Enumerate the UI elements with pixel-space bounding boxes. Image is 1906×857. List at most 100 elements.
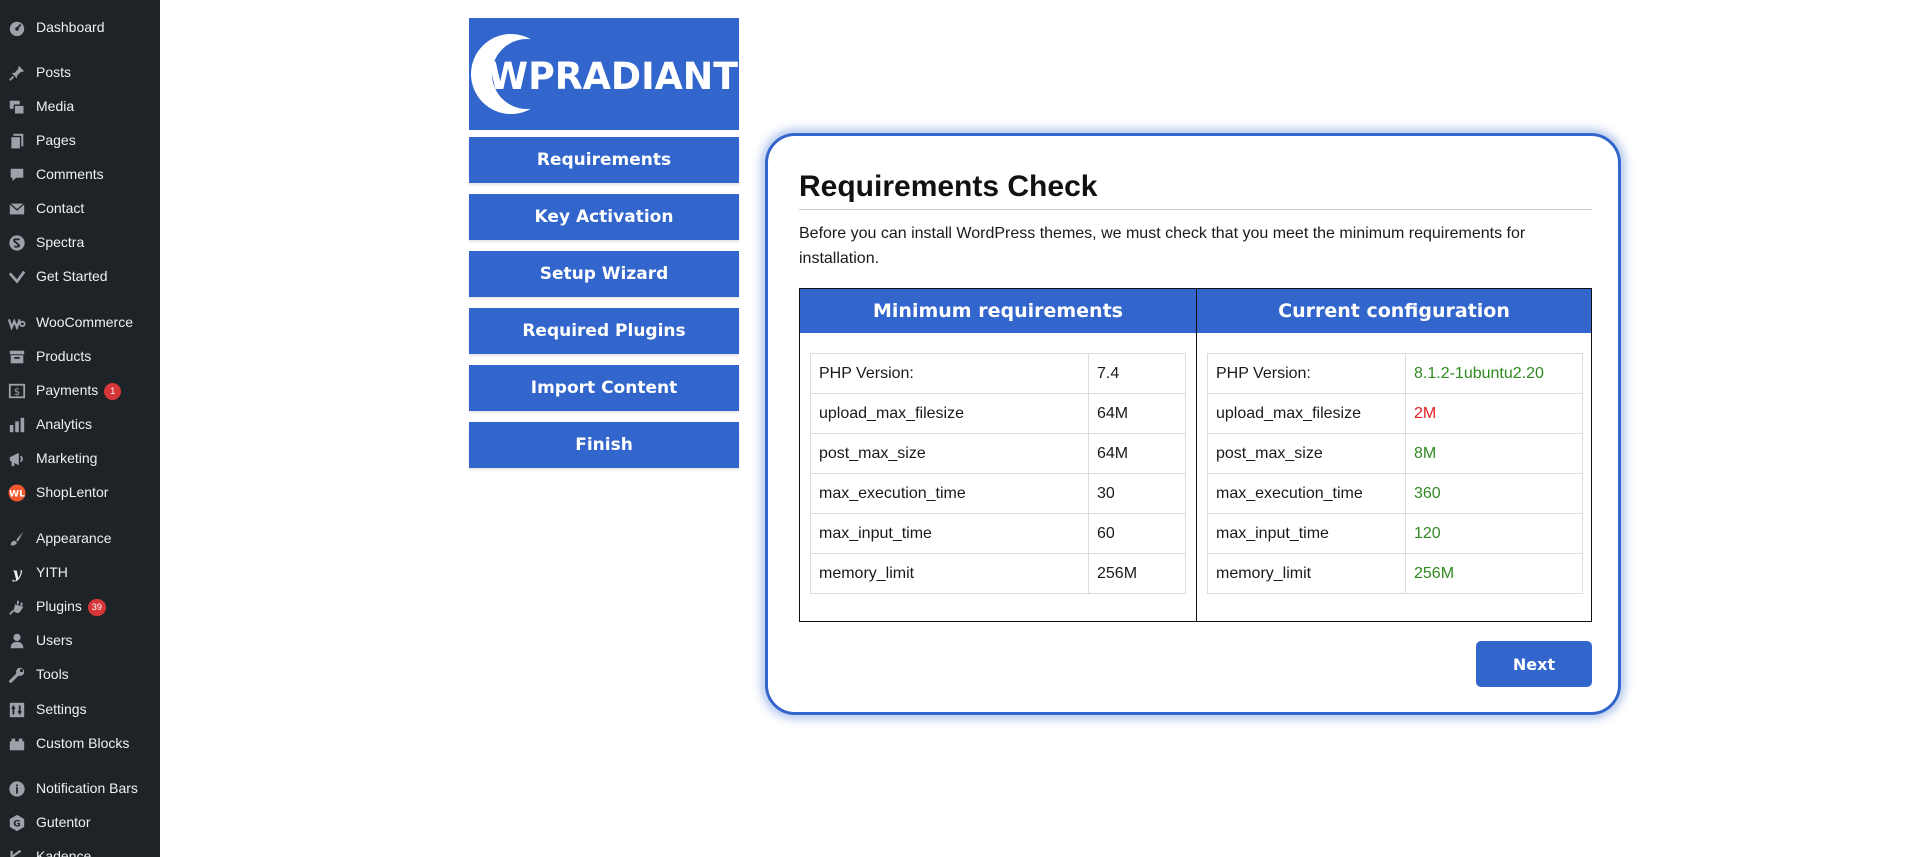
- sidebar-item-notification-bars[interactable]: Notification Bars: [0, 773, 160, 803]
- check-chevron-icon: [8, 268, 26, 286]
- user-icon: [8, 632, 26, 650]
- sidebar-item-get-started[interactable]: Get Started: [0, 261, 160, 291]
- config-value: 8M: [1405, 433, 1583, 474]
- sidebar-item-label: Marketing: [36, 450, 98, 466]
- sidebar-item-label: Analytics: [36, 416, 93, 432]
- sidebar-item-posts[interactable]: Posts: [0, 57, 160, 87]
- notification-badge: 39: [87, 599, 106, 616]
- settings-icon: [8, 701, 26, 719]
- gutentor-icon: G: [8, 814, 26, 832]
- step-import-content[interactable]: Import Content: [469, 365, 739, 411]
- admin-sidebar: Dashboard Posts Media Pages Comments Con…: [0, 0, 160, 857]
- sidebar-item-label: Appearance: [36, 530, 112, 546]
- table-row: max_input_time 120: [1207, 513, 1583, 554]
- sidebar-item-label: Pages: [36, 132, 76, 148]
- spectra-icon: [8, 234, 26, 252]
- config-value: 8.1.2-1ubuntu2.20: [1405, 353, 1583, 394]
- step-requirements[interactable]: Requirements: [469, 137, 739, 183]
- sidebar-item-media[interactable]: Media: [0, 91, 160, 121]
- sidebar-item-label: Media: [36, 98, 75, 114]
- sidebar-item-contact[interactable]: Contact: [0, 193, 160, 223]
- table-row: max_execution_time 360: [1207, 473, 1583, 514]
- sidebar-item-woocommerce[interactable]: WooCommerce: [0, 307, 160, 337]
- config-key: memory_limit: [1207, 553, 1406, 594]
- bar-chart-icon: [8, 416, 26, 434]
- step-key-activation[interactable]: Key Activation: [469, 194, 739, 240]
- yith-icon: y: [8, 564, 26, 582]
- sidebar-item-pages[interactable]: Pages: [0, 125, 160, 155]
- step-required-plugins[interactable]: Required Plugins: [469, 308, 739, 354]
- woocommerce-icon: [8, 314, 26, 332]
- table-row: upload_max_filesize 64M: [810, 393, 1186, 434]
- sidebar-item-marketing[interactable]: Marketing: [0, 443, 160, 473]
- sidebar-item-plugins[interactable]: Plugins 39: [0, 591, 160, 621]
- media-icon: [8, 98, 26, 116]
- requirement-key: post_max_size: [810, 433, 1089, 474]
- sidebar-item-label: Plugins 39: [36, 597, 106, 616]
- info-icon: [8, 780, 26, 798]
- config-value: 120: [1405, 513, 1583, 554]
- config-key: PHP Version:: [1207, 353, 1406, 394]
- sidebar-item-analytics[interactable]: Analytics: [0, 409, 160, 439]
- requirement-key: max_input_time: [810, 513, 1089, 554]
- sidebar-item-label: Spectra: [36, 234, 85, 250]
- sidebar-item-payments[interactable]: $ Payments 1: [0, 375, 160, 405]
- requirement-key: memory_limit: [810, 553, 1089, 594]
- current-configuration-table: PHP Version: 8.1.2-1ubuntu2.20 upload_max…: [1207, 353, 1583, 594]
- page-title: Requirements Check: [799, 170, 1098, 203]
- svg-text:$: $: [14, 387, 20, 398]
- wpradiant-logo: WPRADIANT: [469, 18, 739, 130]
- table-row: post_max_size 64M: [810, 433, 1186, 474]
- sidebar-item-settings[interactable]: Settings: [0, 694, 160, 724]
- sidebar-item-label: Posts: [36, 64, 72, 80]
- requirement-value: 60: [1088, 513, 1186, 554]
- sidebar-item-products[interactable]: Products: [0, 341, 160, 371]
- requirement-value: 30: [1088, 473, 1186, 514]
- sidebar-item-label: Dashboard: [36, 19, 105, 35]
- sidebar-item-users[interactable]: Users: [0, 625, 160, 655]
- sidebar-item-yith[interactable]: y YITH: [0, 557, 160, 587]
- sidebar-item-label: YITH: [36, 564, 68, 580]
- config-key: post_max_size: [1207, 433, 1406, 474]
- pin-icon: [8, 64, 26, 82]
- sidebar-item-comments[interactable]: Comments: [0, 159, 160, 189]
- requirements-card: Requirements Check Before you can instal…: [765, 133, 1621, 715]
- sidebar-item-label: Gutentor: [36, 814, 91, 830]
- kadence-icon: [8, 848, 26, 857]
- requirement-key: upload_max_filesize: [810, 393, 1089, 434]
- sidebar-item-dashboard[interactable]: Dashboard: [0, 12, 160, 42]
- table-row: PHP Version: 7.4: [810, 353, 1186, 394]
- table-row: memory_limit 256M: [810, 553, 1186, 594]
- config-value: 2M: [1405, 393, 1583, 434]
- next-button[interactable]: Next: [1476, 641, 1592, 687]
- config-key: max_input_time: [1207, 513, 1406, 554]
- step-setup-wizard[interactable]: Setup Wizard: [469, 251, 739, 297]
- comment-icon: [8, 166, 26, 184]
- svg-text:WL: WL: [9, 490, 25, 500]
- config-key: max_execution_time: [1207, 473, 1406, 514]
- table-row: max_input_time 60: [810, 513, 1186, 554]
- paintbrush-icon: [8, 530, 26, 548]
- sidebar-item-label: Kadence: [36, 848, 92, 857]
- step-finish[interactable]: Finish: [469, 422, 739, 468]
- plug-icon: [8, 598, 26, 616]
- sidebar-item-kadence[interactable]: Kadence: [0, 841, 160, 857]
- requirement-key: PHP Version:: [810, 353, 1089, 394]
- sidebar-item-label: ShopLentor: [36, 484, 109, 500]
- sidebar-item-label: Tools: [36, 666, 69, 682]
- sidebar-item-custom-blocks[interactable]: Custom Blocks: [0, 728, 160, 758]
- sidebar-item-tools[interactable]: Tools: [0, 659, 160, 689]
- requirement-key: max_execution_time: [810, 473, 1089, 514]
- sidebar-item-label: Payments 1: [36, 381, 122, 400]
- payments-icon: $: [8, 382, 26, 400]
- sidebar-item-spectra[interactable]: Spectra: [0, 227, 160, 257]
- wrench-icon: [8, 666, 26, 684]
- dashboard-icon: [8, 19, 26, 37]
- sidebar-item-shoplentor[interactable]: WL ShopLentor: [0, 477, 160, 507]
- sidebar-item-label: Comments: [36, 166, 104, 182]
- sidebar-item-appearance[interactable]: Appearance: [0, 523, 160, 553]
- table-row: upload_max_filesize 2M: [1207, 393, 1583, 434]
- sidebar-item-gutentor[interactable]: G Gutentor: [0, 807, 160, 837]
- minimum-requirements-header: Minimum requirements: [800, 289, 1196, 333]
- sidebar-item-label: Users: [36, 632, 73, 648]
